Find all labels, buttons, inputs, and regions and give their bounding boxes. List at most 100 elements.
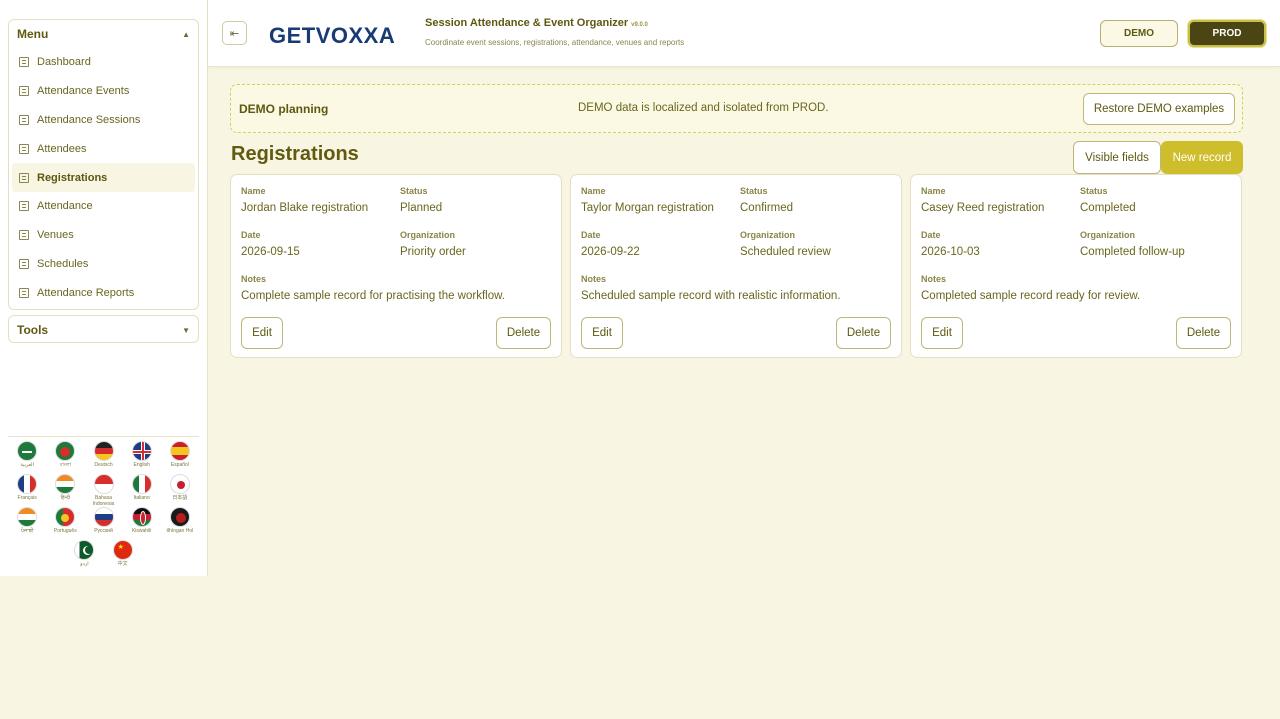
language-portuguese[interactable]: Português [46,507,84,540]
language-label: العربية [20,462,34,468]
language-french[interactable]: Français [8,474,46,507]
language-divider [8,436,199,437]
spain-flag-icon [169,441,190,461]
language-label: Italiano [133,495,150,501]
kenya-flag-icon [131,507,152,527]
language-urdu[interactable]: اردو [65,540,103,573]
edit-button[interactable]: Edit [241,317,283,349]
field-value: Jordan Blake registration [241,202,369,214]
india-flag-icon [55,474,76,494]
visible-fields-button[interactable]: Visible fields [1073,141,1161,174]
sidebar-item-attendance-reports[interactable]: Attendance Reports [12,278,195,307]
language-indonesian[interactable]: Bahasa Indonesia [84,474,122,507]
language-klingon[interactable]: tlhIngan Hol [161,507,199,540]
language-punjabi[interactable]: ਪੰਜਾਬੀ [8,507,46,540]
field-value: 2026-09-15 [241,246,300,258]
language-spanish[interactable]: Español [161,441,199,474]
language-arabic[interactable]: العربية [8,441,46,474]
prod-env-button[interactable]: PROD [1188,20,1266,47]
klingon-emblem-icon [169,507,190,527]
india-flag-icon [17,507,38,527]
document-icon [19,201,29,212]
field-label: Notes [241,274,267,284]
france-flag-icon [17,474,38,494]
new-record-button[interactable]: New record [1161,141,1243,174]
sidebar-item-venues[interactable]: Venues [12,221,195,250]
tools-panel-header[interactable]: Tools ▼ [9,316,198,344]
field-label: Name [241,186,266,196]
banner-title: DEMO planning [239,102,329,116]
bangladesh-flag-icon [55,441,76,461]
demo-env-button[interactable]: DEMO [1100,20,1178,47]
edit-button[interactable]: Edit [921,317,963,349]
document-icon [19,230,29,241]
chevron-down-icon: ▼ [182,325,190,335]
sidebar-toggle-button[interactable]: ⇤ [222,21,247,45]
field-label: Notes [581,274,607,284]
language-label: اردو [80,561,89,567]
chevron-up-icon: ▲ [182,29,190,39]
app-title-text: Session Attendance & Event Organizer [425,17,629,29]
sidebar-item-label: Attendance Reports [37,286,135,299]
field-value: Confirmed [740,202,794,214]
language-swahili[interactable]: Kiswahili [123,507,161,540]
field-value: Taylor Morgan registration [581,202,714,214]
field-label: Status [740,186,768,196]
language-chinese[interactable]: ★ 中文 [104,540,142,573]
language-russian[interactable]: Русский [84,507,122,540]
language-label: Bahasa Indonesia [92,495,115,507]
document-icon [19,172,29,183]
record-card: Name Taylor Morgan registration Status Con… [570,174,902,358]
sidebar-item-label: Registrations [37,171,108,184]
language-japanese[interactable]: 日本語 [161,474,199,507]
record-card: Name Casey Reed registration Status Comple… [910,174,1242,358]
language-hindi[interactable]: हिन्दी [46,474,84,507]
document-icon [19,143,29,154]
brand-logo[interactable]: GETVOXXA [269,18,395,54]
field-label: Organization [400,230,456,240]
field-value: Planned [400,202,443,214]
field-value: Completed sample record ready for review… [921,290,1141,302]
language-german[interactable]: Deutsch [84,441,122,474]
sidebar-item-registrations[interactable]: Registrations [12,163,195,192]
language-english[interactable]: English [123,441,161,474]
language-label: tlhIngan Hol [166,528,194,534]
menu-panel: Menu ▲ Dashboard Attendance Events Atten… [8,19,199,310]
organization-field: Organization Priority order [400,230,466,258]
language-bengali[interactable]: বাংলা [46,441,84,474]
edit-button[interactable]: Edit [581,317,623,349]
saudi-flag-icon [17,441,38,461]
restore-demo-button[interactable]: Restore DEMO examples [1083,93,1235,125]
app-version: v9.0.0 [631,22,648,28]
language-label: ਪੰਜਾਬੀ [20,528,34,534]
menu-panel-header[interactable]: Menu ▲ [9,20,198,48]
portugal-flag-icon [55,507,76,527]
app-title: Session Attendance & Event Organizer v9.0… [425,17,648,29]
name-field: Name Taylor Morgan registration [581,186,714,214]
app-subtitle: Coordinate event sessions, registrations… [425,38,685,47]
sidebar-item-label: Schedules [37,257,89,270]
collapse-sidebar-icon: ⇤ [229,27,240,40]
delete-button[interactable]: Delete [496,317,551,349]
sidebar-item-attendance-events[interactable]: Attendance Events [12,77,195,106]
document-icon [19,258,29,269]
sidebar-item-attendees[interactable]: Attendees [12,134,195,163]
language-label: 中文 [117,561,128,567]
language-label: हिन्दी [60,495,71,501]
field-value: Scheduled sample record with realistic i… [581,290,841,302]
china-flag-icon: ★ [112,540,133,560]
delete-button[interactable]: Delete [836,317,891,349]
field-value: Priority order [400,246,466,258]
sidebar-item-attendance[interactable]: Attendance [12,192,195,221]
pakistan-flag-icon [74,540,95,560]
sidebar-item-dashboard[interactable]: Dashboard [12,48,195,77]
sidebar-item-attendance-sessions[interactable]: Attendance Sessions [12,106,195,135]
field-value: 2026-10-03 [921,246,980,258]
delete-button[interactable]: Delete [1176,317,1231,349]
document-icon [19,57,29,68]
sidebar-item-schedules[interactable]: Schedules [12,250,195,279]
menu-list: Dashboard Attendance Events Attendance S… [9,48,198,307]
indonesia-flag-icon [93,474,114,494]
language-label: বাংলা [59,462,72,468]
language-italian[interactable]: Italiano [123,474,161,507]
